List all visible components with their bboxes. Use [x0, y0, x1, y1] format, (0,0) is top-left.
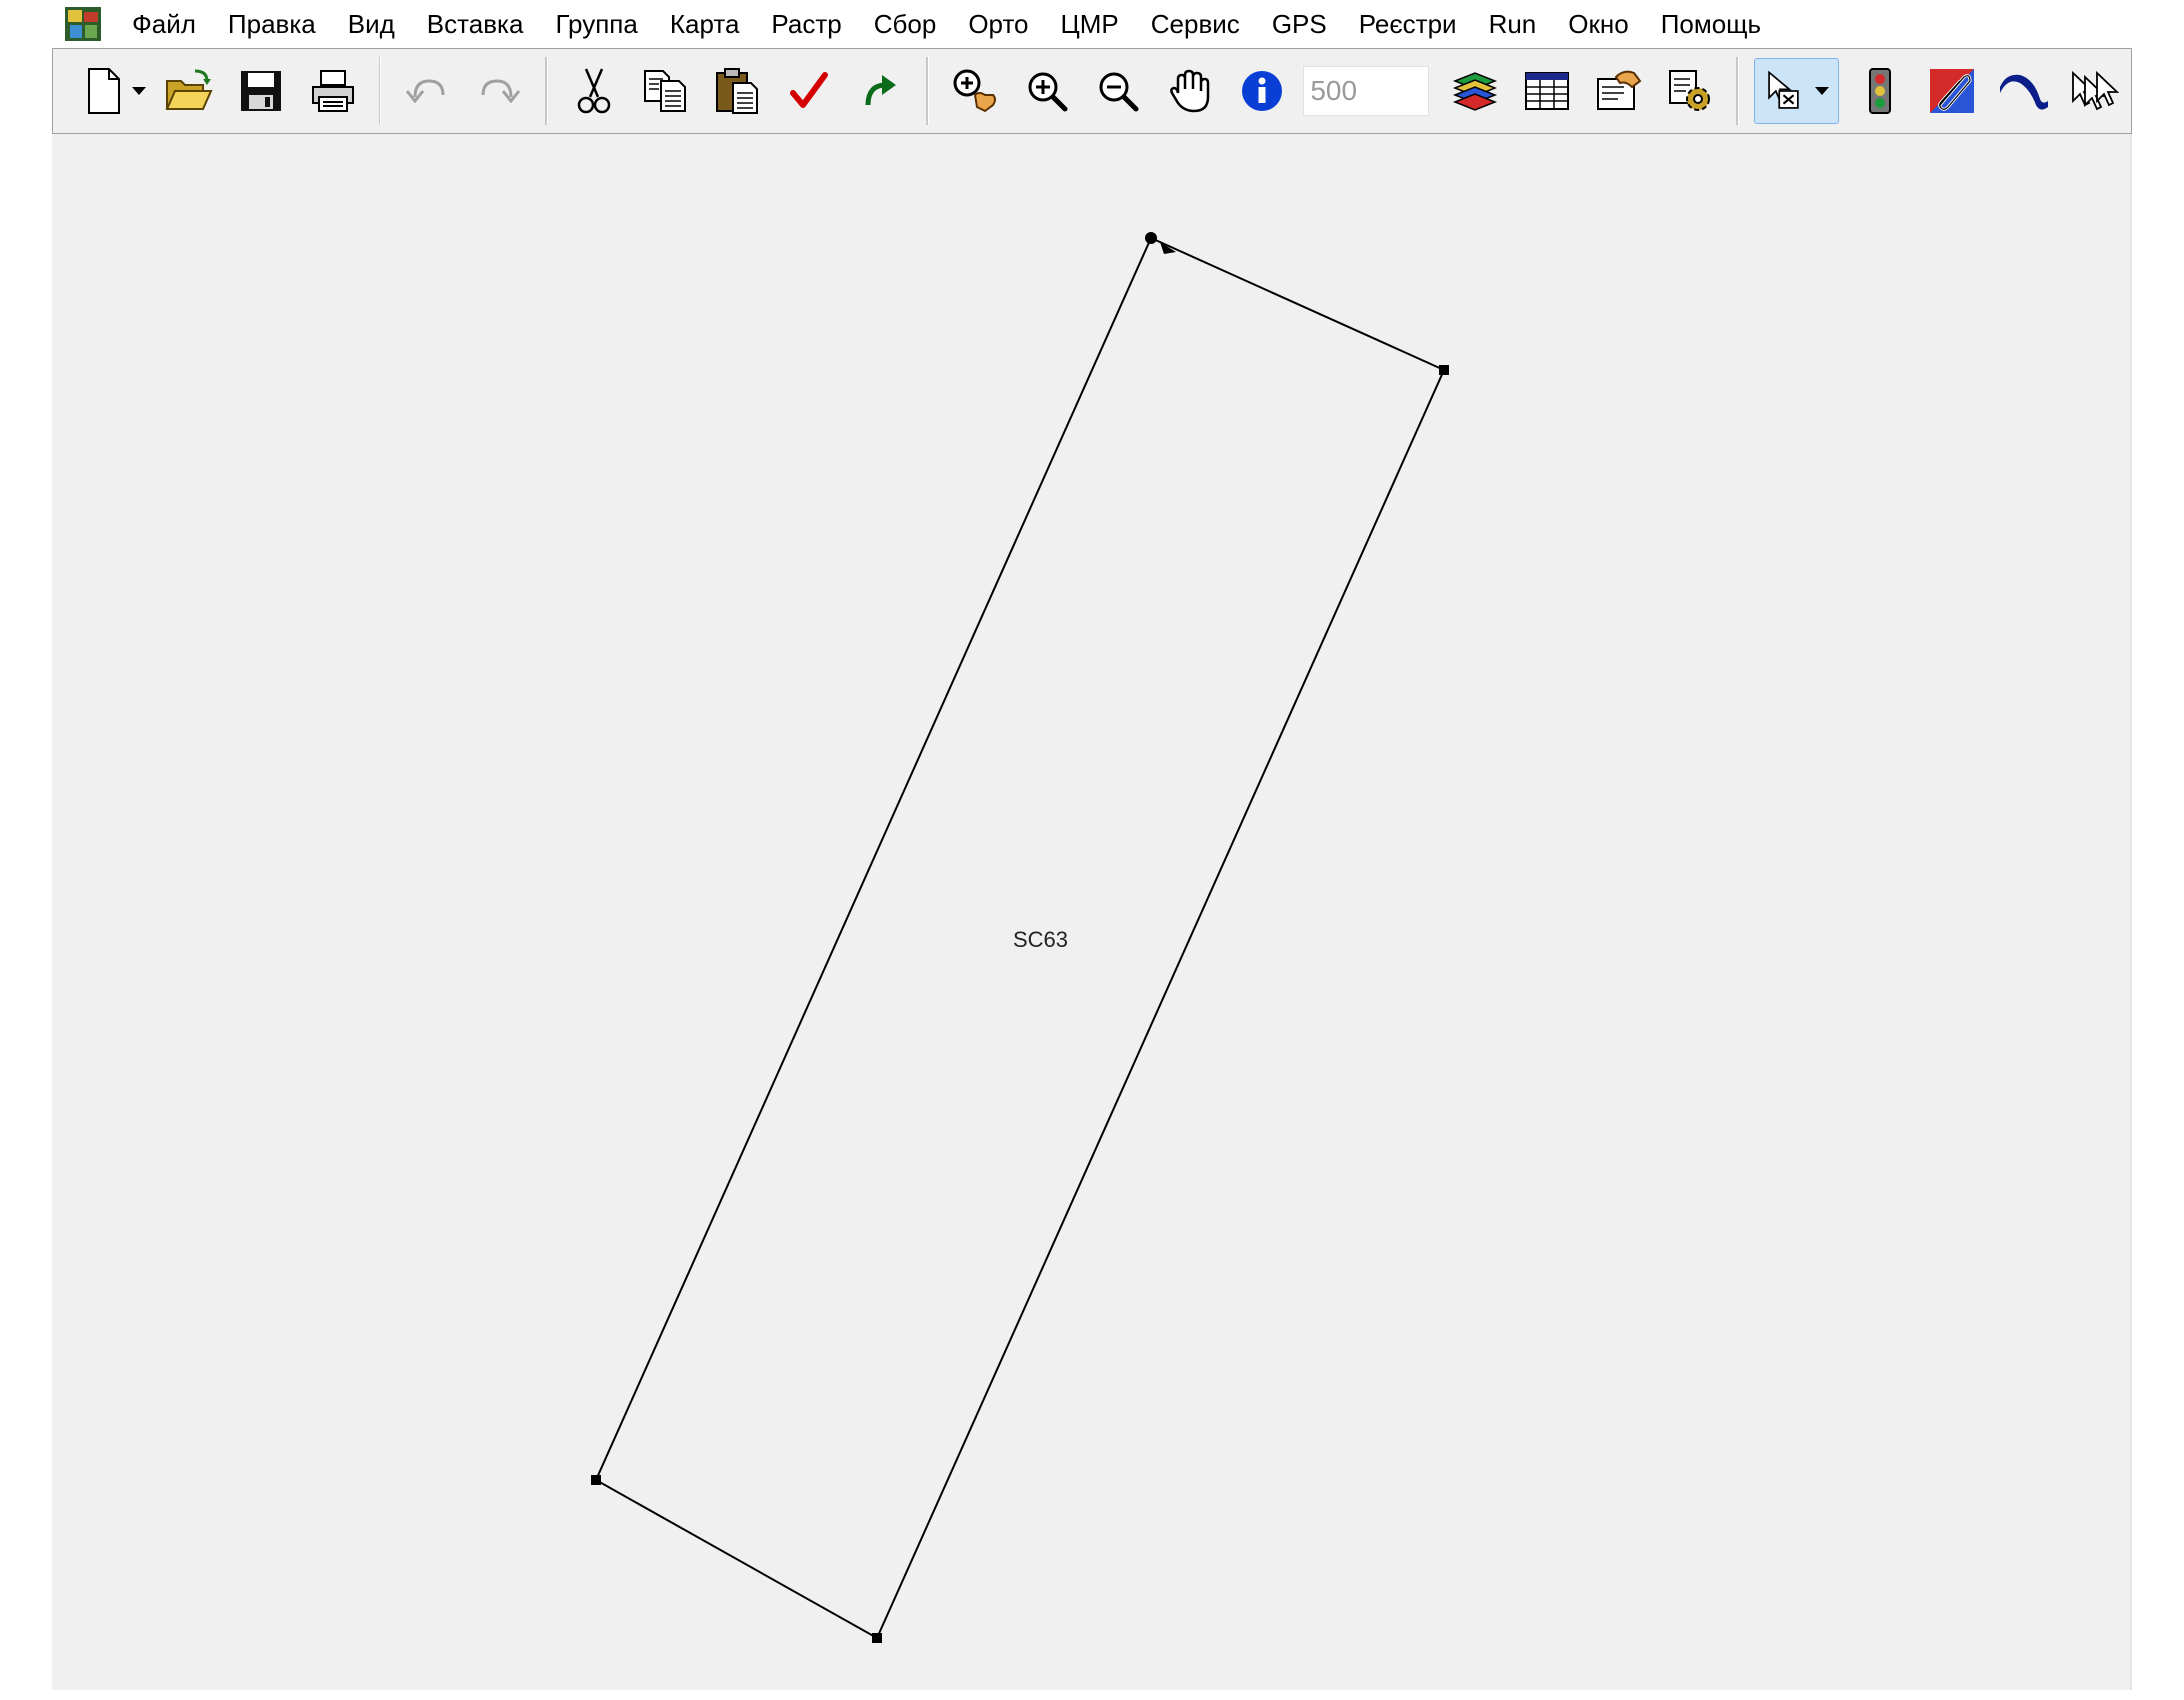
menu-run[interactable]: Run [1473, 4, 1553, 44]
zoom-out-button[interactable] [1087, 58, 1149, 124]
menu-ortho[interactable]: Орто [952, 4, 1044, 44]
redo-button[interactable] [468, 58, 530, 124]
chevron-down-icon [1814, 87, 1829, 95]
table-button[interactable] [1516, 58, 1578, 124]
info-button[interactable] [1231, 58, 1293, 124]
curve-button[interactable] [1993, 58, 2055, 124]
gear-settings-icon [1669, 70, 1711, 111]
pan-hand-icon [1169, 69, 1210, 113]
menu-map[interactable]: Карта [654, 4, 756, 44]
attach-button[interactable] [1921, 58, 1983, 124]
zoom-hand-icon [953, 69, 996, 113]
map-canvas[interactable]: SC63 [52, 134, 2132, 1690]
multi-arrow-icon [2072, 70, 2120, 111]
redo-icon [481, 79, 521, 104]
status-strip [0, 1690, 2184, 1700]
apply-button[interactable] [778, 58, 840, 124]
paste-button[interactable] [706, 58, 768, 124]
table-icon [1524, 72, 1569, 110]
select-tool-button[interactable] [1753, 58, 1840, 124]
new-file-icon [87, 68, 120, 114]
zoom-window-button[interactable] [944, 58, 1006, 124]
polygon-vertex[interactable] [591, 1475, 601, 1485]
menu-edit[interactable]: Правка [212, 4, 332, 44]
toolbar-separator [544, 57, 548, 125]
menu-bar: Файл Правка Вид Вставка Группа Карта Рас… [0, 0, 2184, 48]
menu-window[interactable]: Окно [1552, 4, 1644, 44]
info-icon [1241, 71, 1282, 111]
polygon-start-vertex[interactable] [1145, 232, 1157, 244]
polygon-vertex[interactable] [1439, 365, 1449, 375]
menu-view[interactable]: Вид [332, 4, 411, 44]
repeat-button[interactable] [849, 58, 911, 124]
print-icon [311, 70, 354, 112]
pan-button[interactable] [1159, 58, 1221, 124]
parcel-label: SC63 [1013, 927, 1068, 952]
undo-icon [406, 79, 445, 104]
cut-icon [577, 68, 610, 114]
menu-dem[interactable]: ЦМР [1045, 4, 1135, 44]
zoom-in-button[interactable] [1016, 58, 1078, 124]
layers-button[interactable] [1444, 58, 1506, 124]
toolbar-separator [926, 57, 930, 125]
menu-gps[interactable]: GPS [1256, 4, 1343, 44]
layers-icon [1453, 72, 1498, 111]
traffic-light-icon [1869, 68, 1892, 114]
menu-collect[interactable]: Сбор [858, 4, 953, 44]
new-button[interactable] [72, 58, 134, 124]
traffic-light-button[interactable] [1849, 58, 1911, 124]
redo-arrow-icon [865, 75, 897, 106]
save-button[interactable] [230, 58, 292, 124]
menu-registers[interactable]: Реєстри [1343, 4, 1473, 44]
checkmark-icon [789, 72, 828, 108]
open-folder-icon [165, 69, 213, 110]
settings-button[interactable] [1659, 58, 1721, 124]
print-button[interactable] [302, 58, 364, 124]
zoom-out-icon [1099, 72, 1139, 112]
multi-select-button[interactable] [2064, 58, 2126, 124]
toolbar [52, 48, 2132, 134]
paperclip-icon [1929, 69, 1974, 113]
open-button[interactable] [159, 58, 221, 124]
select-cursor-icon [1767, 70, 1799, 109]
undo-button[interactable] [396, 58, 458, 124]
save-icon [241, 71, 282, 111]
menu-group[interactable]: Группа [539, 4, 653, 44]
chevron-down-icon [131, 87, 146, 95]
curve-icon [1999, 74, 2048, 110]
new-dropdown-button[interactable] [128, 58, 150, 124]
app-logo-icon[interactable] [64, 6, 102, 42]
menu-file[interactable]: Файл [116, 4, 212, 44]
menu-insert[interactable]: Вставка [411, 4, 540, 44]
folder-hand-icon [1597, 70, 1642, 110]
toolbar-separator [1735, 57, 1739, 125]
cut-button[interactable] [563, 58, 625, 124]
copy-button[interactable] [634, 58, 696, 124]
menu-service[interactable]: Сервис [1135, 4, 1256, 44]
map-drawing: SC63 [591, 232, 1449, 1643]
properties-button[interactable] [1588, 58, 1650, 124]
menu-raster[interactable]: Растр [755, 4, 857, 44]
scale-input[interactable] [1303, 66, 1430, 116]
copy-icon [644, 70, 687, 112]
polygon-vertex[interactable] [872, 1633, 882, 1643]
zoom-in-icon [1028, 72, 1068, 112]
menu-help[interactable]: Помощь [1645, 4, 1777, 44]
paste-icon [715, 68, 758, 114]
toolbar-separator [378, 57, 382, 125]
